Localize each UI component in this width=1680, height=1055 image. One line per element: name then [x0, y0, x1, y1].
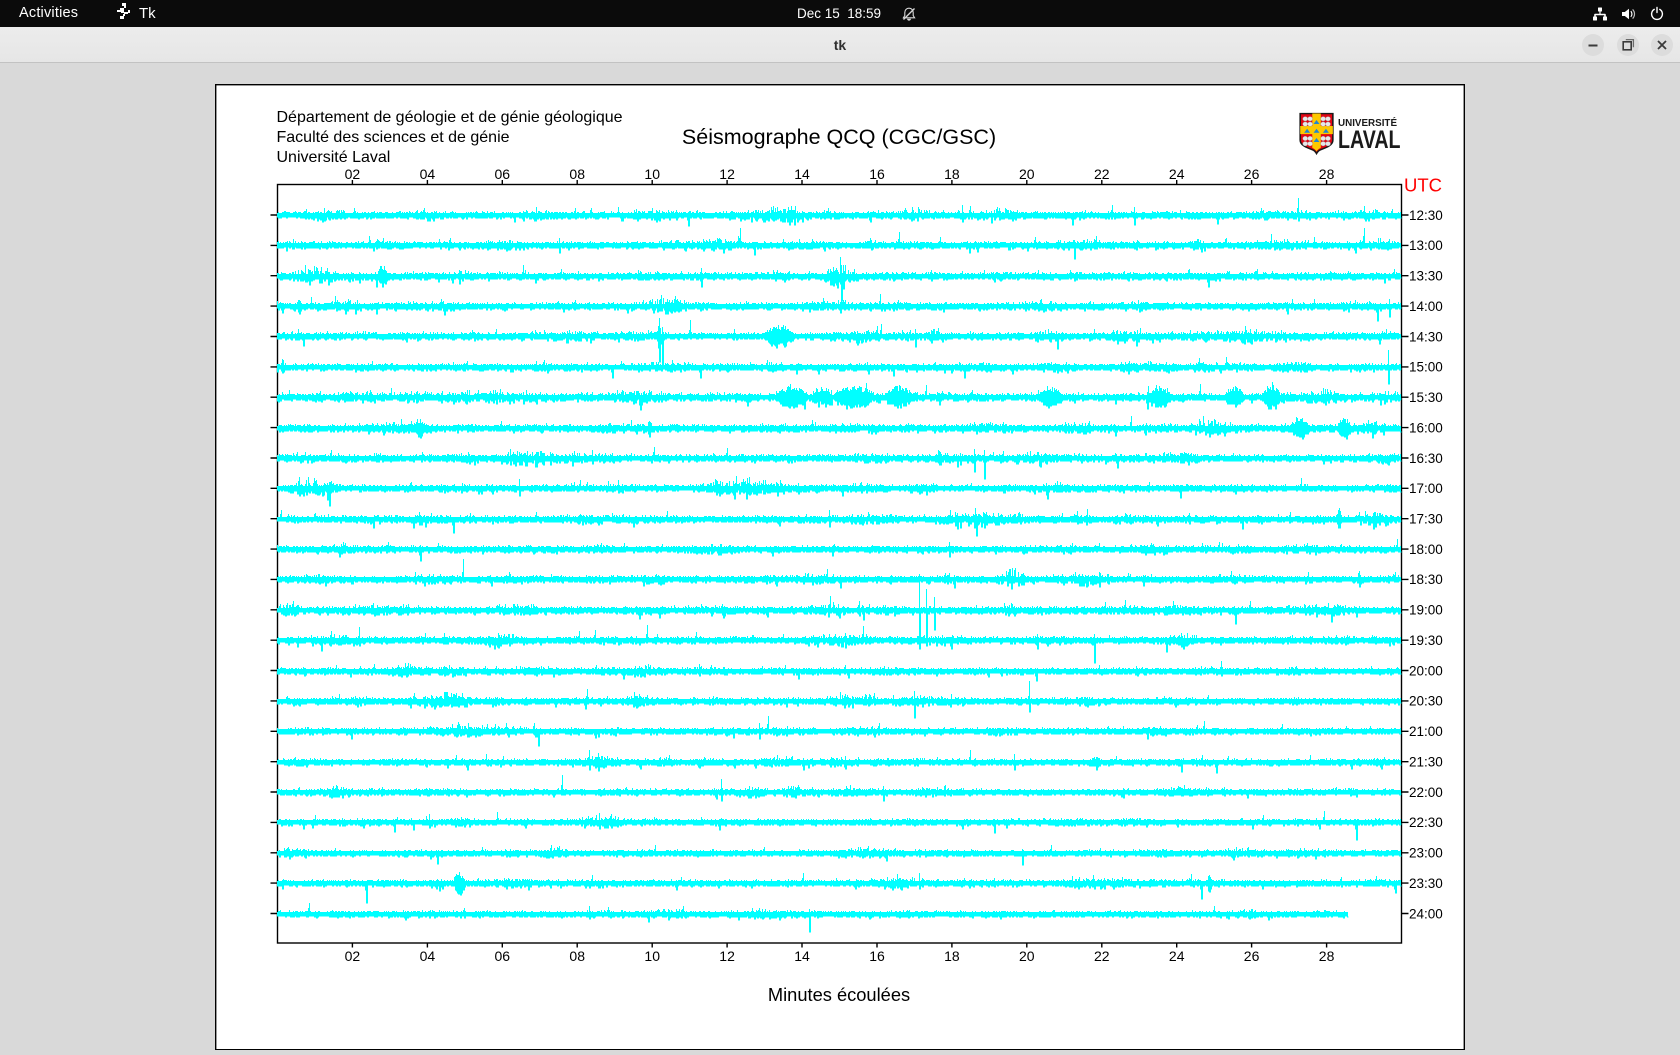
svg-text:16:00: 16:00	[1409, 420, 1443, 435]
svg-text:LAVAL: LAVAL	[1338, 126, 1401, 154]
svg-text:22: 22	[1094, 166, 1110, 182]
svg-text:UTC: UTC	[1404, 175, 1442, 196]
svg-text:10: 10	[644, 166, 660, 182]
svg-text:24: 24	[1169, 166, 1185, 182]
svg-text:Minutes écoulées: Minutes écoulées	[768, 984, 910, 1005]
svg-text:20: 20	[1019, 166, 1035, 182]
svg-text:12: 12	[719, 166, 735, 182]
svg-text:20:30: 20:30	[1409, 694, 1443, 709]
svg-text:21:30: 21:30	[1409, 755, 1443, 770]
svg-text:Université Laval: Université Laval	[277, 149, 391, 166]
svg-text:15:00: 15:00	[1409, 360, 1443, 375]
svg-text:Département de géologie et de: Département de géologie et de génie géol…	[277, 109, 623, 126]
svg-text:28: 28	[1319, 166, 1335, 182]
svg-text:02: 02	[345, 166, 361, 182]
svg-text:17:30: 17:30	[1409, 512, 1443, 527]
svg-text:22: 22	[1094, 948, 1110, 964]
svg-text:22:00: 22:00	[1409, 785, 1443, 800]
svg-text:18: 18	[944, 166, 960, 182]
svg-text:16: 16	[869, 948, 885, 964]
svg-text:15:30: 15:30	[1409, 390, 1443, 405]
svg-text:26: 26	[1244, 948, 1260, 964]
svg-text:17:00: 17:00	[1409, 481, 1443, 496]
svg-text:14:30: 14:30	[1409, 329, 1443, 344]
svg-text:14:00: 14:00	[1409, 299, 1443, 314]
svg-text:24:00: 24:00	[1409, 906, 1443, 921]
svg-text:02: 02	[345, 948, 361, 964]
svg-text:21:00: 21:00	[1409, 724, 1443, 739]
svg-text:Faculté des sciences et de gén: Faculté des sciences et de génie	[277, 129, 510, 146]
svg-text:13:00: 13:00	[1409, 238, 1443, 253]
svg-text:12:30: 12:30	[1409, 208, 1443, 223]
svg-text:14: 14	[794, 948, 810, 964]
svg-text:19:30: 19:30	[1409, 633, 1443, 648]
svg-text:22:30: 22:30	[1409, 815, 1443, 830]
svg-text:24: 24	[1169, 948, 1185, 964]
svg-text:20: 20	[1019, 948, 1035, 964]
svg-text:18:00: 18:00	[1409, 542, 1443, 557]
svg-text:19:00: 19:00	[1409, 603, 1443, 618]
svg-text:Séismographe QCQ (CGC/GSC): Séismographe QCQ (CGC/GSC)	[682, 125, 996, 149]
svg-text:08: 08	[569, 166, 585, 182]
svg-text:26: 26	[1244, 166, 1260, 182]
svg-text:04: 04	[420, 948, 436, 964]
svg-text:18:30: 18:30	[1409, 572, 1443, 587]
svg-text:06: 06	[495, 166, 511, 182]
svg-text:10: 10	[644, 948, 660, 964]
svg-text:14: 14	[794, 166, 810, 182]
svg-text:28: 28	[1319, 948, 1335, 964]
svg-text:04: 04	[420, 166, 436, 182]
svg-text:13:30: 13:30	[1409, 269, 1443, 284]
svg-text:23:00: 23:00	[1409, 846, 1443, 861]
svg-text:06: 06	[495, 948, 511, 964]
svg-text:16:30: 16:30	[1409, 451, 1443, 466]
svg-text:12: 12	[719, 948, 735, 964]
svg-text:08: 08	[569, 948, 585, 964]
svg-text:16: 16	[869, 166, 885, 182]
svg-text:23:30: 23:30	[1409, 876, 1443, 891]
svg-text:18: 18	[944, 948, 960, 964]
svg-text:20:00: 20:00	[1409, 663, 1443, 678]
